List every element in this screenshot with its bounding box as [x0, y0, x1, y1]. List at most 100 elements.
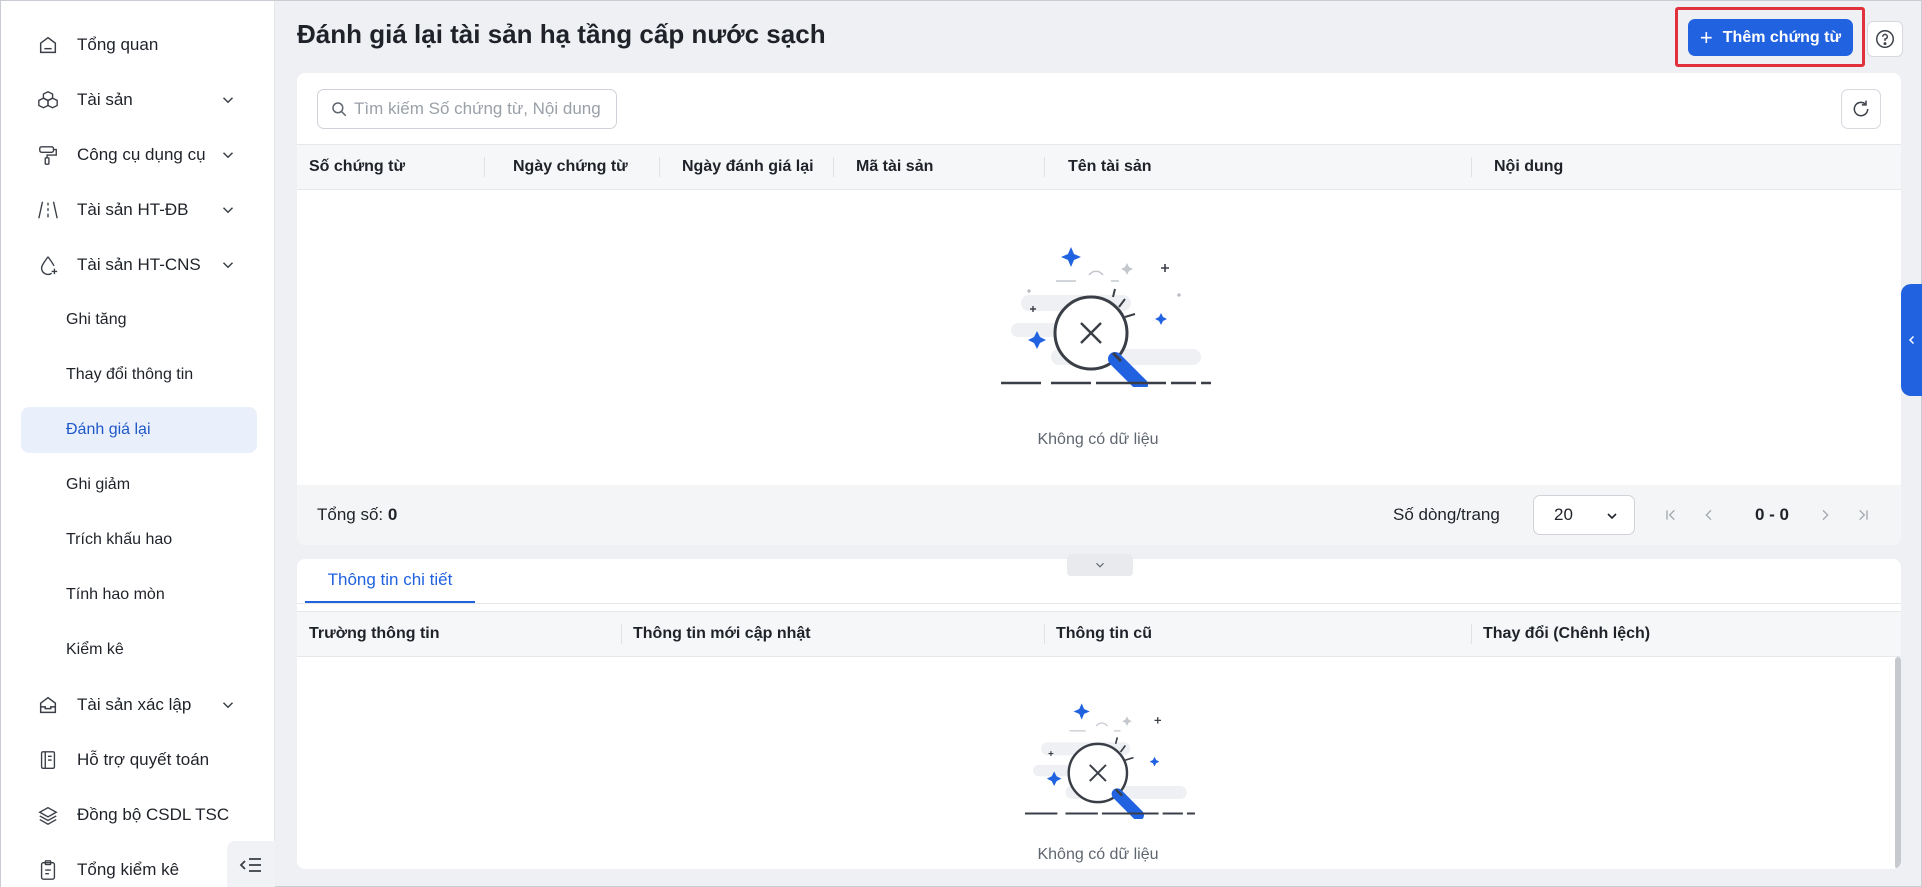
empty-state-text: Không có dữ liệu [1037, 846, 1159, 863]
column-divider [484, 157, 485, 177]
detail-panel: Thông tin chi tiết Trường thông tin Thôn… [297, 559, 1901, 869]
sidebar-item-tai-san[interactable]: Tài sản [21, 77, 257, 123]
sidebar-subitem-tinh-hao-mon[interactable]: Tính hao mòn [21, 572, 257, 618]
sidebar-subitem-ghi-giam[interactable]: Ghi giảm [21, 462, 257, 508]
total-value: 0 [387, 505, 398, 524]
first-page-button[interactable] [1661, 505, 1681, 525]
sidebar-item-label: Công cụ dụng cụ [77, 145, 206, 164]
refresh-icon [1853, 100, 1869, 117]
search-box[interactable] [317, 89, 617, 129]
water-drop-icon [35, 252, 61, 278]
plus-icon: + [1699, 24, 1713, 50]
page-range: 0 - 0 [1755, 505, 1790, 524]
clipboard-icon [35, 857, 61, 883]
column-header[interactable]: Ngày đánh giá lại [670, 145, 814, 189]
chevron-down-icon [1607, 513, 1617, 520]
column-divider [1044, 157, 1045, 177]
sidebar: Tổng quan Tài sản Công cụ dụng cụ Tài sả… [1, 1, 275, 887]
add-document-button[interactable]: + Thêm chứng từ [1688, 19, 1853, 56]
sidebar-subitem-danh-gia-lai[interactable]: Đánh giá lại [21, 407, 257, 453]
search-icon [332, 102, 347, 117]
home-icon [35, 32, 61, 58]
sidebar-item-tai-san-xac-lap[interactable]: Tài sản xác lập [21, 682, 257, 728]
chevron-left-icon [1908, 335, 1915, 345]
scrollbar[interactable] [1895, 657, 1901, 869]
first-page-icon [1666, 509, 1675, 521]
refresh-button[interactable] [1841, 89, 1881, 129]
page-title: Đánh giá lại tài sản hạ tầng cấp nước sạ… [297, 19, 826, 49]
sidebar-item-label: Tài sản xác lập [77, 695, 192, 714]
help-icon [1876, 30, 1894, 48]
table-header: Số chứng từ Ngày chứng từ Ngày đánh giá … [297, 144, 1901, 190]
sidebar-subitem-thay-doi-thong-tin[interactable]: Thay đổi thông tin [21, 352, 257, 398]
pagination-bar: Tổng số: 0 Số dòng/trang 20 0 - 0 [297, 485, 1901, 545]
last-page-button[interactable] [1853, 505, 1873, 525]
help-button[interactable] [1867, 21, 1903, 57]
column-header[interactable]: Tên tài sản [1056, 145, 1152, 189]
chevron-down-icon [222, 207, 234, 214]
sidebar-subitem-ghi-tang[interactable]: Ghi tăng [21, 297, 257, 343]
sidebar-item-tong-kiem-ke[interactable]: Tổng kiểm kê [21, 847, 257, 887]
road-icon [35, 197, 61, 223]
panel-resize-toggle[interactable] [1067, 554, 1133, 576]
sidebar-item-label: Tài sản HT-CNS [77, 255, 201, 274]
empty-state-illustration [1025, 703, 1195, 819]
column-header[interactable]: Số chứng từ [297, 145, 405, 189]
sidebar-collapse-button[interactable] [227, 841, 275, 887]
add-document-label: Thêm chứng từ [1722, 28, 1842, 46]
chevron-left-icon [1705, 509, 1712, 521]
column-divider [1471, 157, 1472, 177]
empty-state-text: Không có dữ liệu [1037, 431, 1159, 448]
sidebar-item-label: Tài sản HT-ĐB [77, 200, 189, 219]
layers-icon [35, 802, 61, 828]
chevron-down-icon [1096, 562, 1104, 568]
tabs-divider [297, 603, 1901, 604]
chevron-down-icon [222, 262, 234, 269]
sidebar-item-cong-cu-dung-cu[interactable]: Công cụ dụng cụ [21, 132, 257, 178]
column-header[interactable]: Thông tin mới cập nhật [621, 612, 811, 656]
collapse-menu-icon [239, 857, 261, 872]
rows-per-page-label: Số dòng/trang [1393, 505, 1500, 524]
column-header[interactable]: Mã tài sản [844, 145, 933, 189]
column-header[interactable]: Ngày chứng từ [501, 145, 628, 189]
column-header[interactable]: Trường thông tin [297, 612, 439, 656]
sidebar-subitem-trich-khau-hao[interactable]: Trích khấu hao [21, 517, 257, 563]
sidebar-item-ho-tro-quyet-toan[interactable]: Hỗ trợ quyết toán [21, 737, 257, 783]
rows-per-page-value: 20 [1554, 505, 1573, 524]
chevron-down-icon [222, 152, 234, 159]
inbox-icon [35, 692, 61, 718]
sidebar-item-label: Tài sản [77, 90, 133, 109]
rows-per-page-select[interactable]: 20 [1533, 495, 1635, 535]
column-header[interactable]: Thông tin cũ [1044, 612, 1152, 656]
sidebar-item-label: Tổng quan [77, 35, 159, 54]
total-label: Tổng số: [317, 505, 384, 524]
tab-thong-tin-chi-tiet[interactable]: Thông tin chi tiết [305, 559, 475, 603]
sidebar-subitem-kiem-ke[interactable]: Kiểm kê [21, 627, 257, 673]
column-divider [659, 157, 660, 177]
sidebar-item-label: Hỗ trợ quyết toán [77, 750, 210, 769]
column-header[interactable]: Nội dung [1482, 145, 1563, 189]
document-list-panel: Số chứng từ Ngày chứng từ Ngày đánh giá … [297, 73, 1901, 545]
empty-state-illustration [1001, 247, 1211, 387]
paint-roller-icon [35, 142, 61, 168]
chevron-down-icon [222, 97, 234, 104]
column-divider [833, 157, 834, 177]
column-header[interactable]: Thay đổi (Chênh lệch) [1471, 612, 1650, 656]
sidebar-item-label: Đồng bộ CSDL TSC [77, 805, 230, 824]
sidebar-item-dong-bo-csdl-tsc[interactable]: Đồng bộ CSDL TSC [21, 792, 257, 838]
sidebar-item-tai-san-ht-db[interactable]: Tài sản HT-ĐB [21, 187, 257, 233]
chevron-right-icon [1822, 509, 1829, 521]
sidebar-item-tong-quan[interactable]: Tổng quan [21, 22, 257, 68]
chevron-down-icon [222, 702, 234, 709]
side-drawer-handle[interactable] [1901, 284, 1922, 396]
total-count: Tổng số: 0 [317, 505, 397, 525]
last-page-icon [1859, 509, 1868, 521]
sidebar-item-label: Tổng kiểm kê [77, 860, 180, 879]
search-input[interactable] [354, 99, 604, 119]
prev-page-button[interactable] [1699, 505, 1719, 525]
ledger-icon [35, 747, 61, 773]
detail-table-header: Trường thông tin Thông tin mới cập nhật … [297, 611, 1901, 657]
cubes-icon [35, 87, 61, 113]
sidebar-item-tai-san-ht-cns[interactable]: Tài sản HT-CNS [21, 242, 257, 288]
next-page-button[interactable] [1815, 505, 1835, 525]
